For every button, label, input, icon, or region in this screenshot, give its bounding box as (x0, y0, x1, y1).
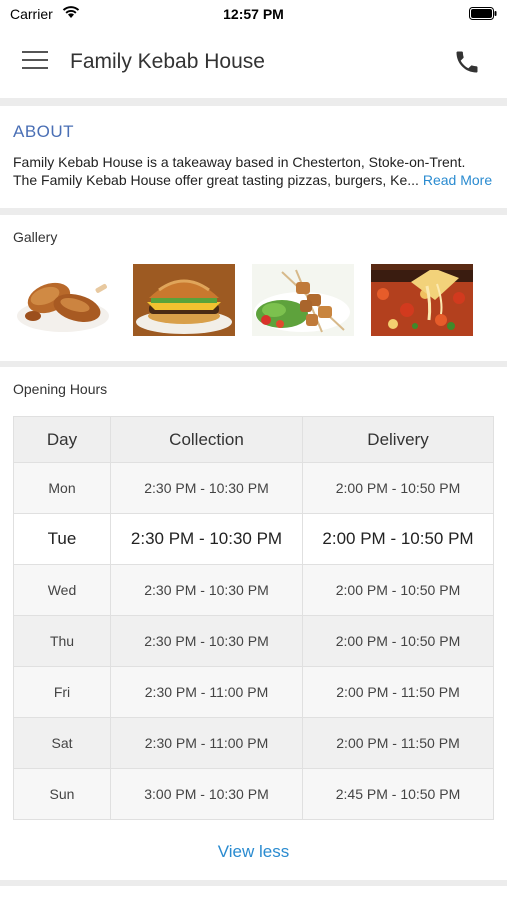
page-title: Family Kebab House (70, 50, 265, 73)
table-row: Mon 2:30 PM - 10:30 PM 2:00 PM - 10:50 P… (13, 462, 494, 514)
collection-hours-cell: 2:30 PM - 11:00 PM (110, 666, 303, 718)
delivery-hours-cell: 2:00 PM - 10:50 PM (302, 462, 494, 514)
gallery-image-pizza[interactable] (371, 264, 473, 336)
delivery-hours-cell: 2:00 PM - 11:50 PM (302, 717, 494, 769)
phone-icon[interactable] (453, 48, 481, 76)
about-line-1: Family Kebab House is a takeaway based i… (13, 154, 466, 170)
collection-hours-cell: 2:30 PM - 10:30 PM (110, 462, 303, 514)
status-time: 12:57 PM (223, 6, 284, 22)
table-row: Wed 2:30 PM - 10:30 PM 2:00 PM - 10:50 P… (13, 564, 494, 616)
collection-hours-cell: 3:00 PM - 10:30 PM (110, 768, 303, 820)
table-row-today: Tue 2:30 PM - 10:30 PM 2:00 PM - 10:50 P… (13, 513, 494, 565)
opening-hours-section: Opening Hours Day Collection Delivery Mo… (0, 367, 507, 877)
table-row: Sat 2:30 PM - 11:00 PM 2:00 PM - 11:50 P… (13, 717, 494, 769)
app-header: Family Kebab House (0, 28, 507, 98)
day-cell: Sun (13, 768, 111, 820)
day-cell: Tue (13, 513, 111, 565)
delivery-hours-cell: 2:00 PM - 10:50 PM (302, 615, 494, 667)
divider (0, 880, 507, 886)
gallery-section: Gallery (0, 214, 507, 361)
gallery-image-fried-chicken[interactable] (13, 264, 115, 336)
battery-icon (469, 7, 497, 20)
delivery-hours-cell: 2:45 PM - 10:50 PM (302, 768, 494, 820)
delivery-hours-cell: 2:00 PM - 10:50 PM (302, 564, 494, 616)
gallery-image-kebab-skewers[interactable] (252, 264, 354, 336)
gallery-image-burger[interactable] (133, 264, 235, 336)
about-line-2: The Family Kebab House offer great tasti… (13, 171, 497, 189)
delivery-hours-cell: 2:00 PM - 11:50 PM (302, 666, 494, 718)
table-row: Thu 2:30 PM - 10:30 PM 2:00 PM - 10:50 P… (13, 615, 494, 667)
view-less-link[interactable]: View less (0, 842, 507, 862)
day-cell: Thu (13, 615, 111, 667)
opening-hours-label: Opening Hours (13, 381, 108, 397)
hamburger-menu-icon[interactable] (22, 51, 48, 73)
about-heading: ABOUT (13, 122, 75, 141)
collection-hours-cell: 2:30 PM - 10:30 PM (110, 513, 303, 565)
collection-hours-cell: 2:30 PM - 10:30 PM (110, 615, 303, 667)
collection-hours-cell: 2:30 PM - 11:00 PM (110, 717, 303, 769)
day-cell: Wed (13, 564, 111, 616)
column-header-delivery: Delivery (302, 416, 494, 463)
delivery-hours-cell: 2:00 PM - 10:50 PM (302, 513, 494, 565)
day-cell: Fri (13, 666, 111, 718)
read-more-link[interactable]: Read More (423, 172, 492, 188)
gallery-label: Gallery (13, 229, 58, 245)
status-bar: Carrier 12:57 PM (0, 0, 507, 28)
opening-hours-table: Day Collection Delivery Mon 2:30 PM - 10… (13, 416, 494, 820)
column-header-day: Day (13, 416, 111, 463)
collection-hours-cell: 2:30 PM - 10:30 PM (110, 564, 303, 616)
table-header-row: Day Collection Delivery (13, 416, 494, 463)
table-row: Fri 2:30 PM - 11:00 PM 2:00 PM - 11:50 P… (13, 666, 494, 718)
divider (0, 98, 507, 106)
day-cell: Mon (13, 462, 111, 514)
about-description: Family Kebab House is a takeaway based i… (13, 153, 497, 189)
day-cell: Sat (13, 717, 111, 769)
column-header-collection: Collection (110, 416, 303, 463)
about-line-2-text: The Family Kebab House offer great tasti… (13, 172, 419, 188)
table-row: Sun 3:00 PM - 10:30 PM 2:45 PM - 10:50 P… (13, 768, 494, 820)
about-section: ABOUT Family Kebab House is a takeaway b… (0, 106, 507, 206)
